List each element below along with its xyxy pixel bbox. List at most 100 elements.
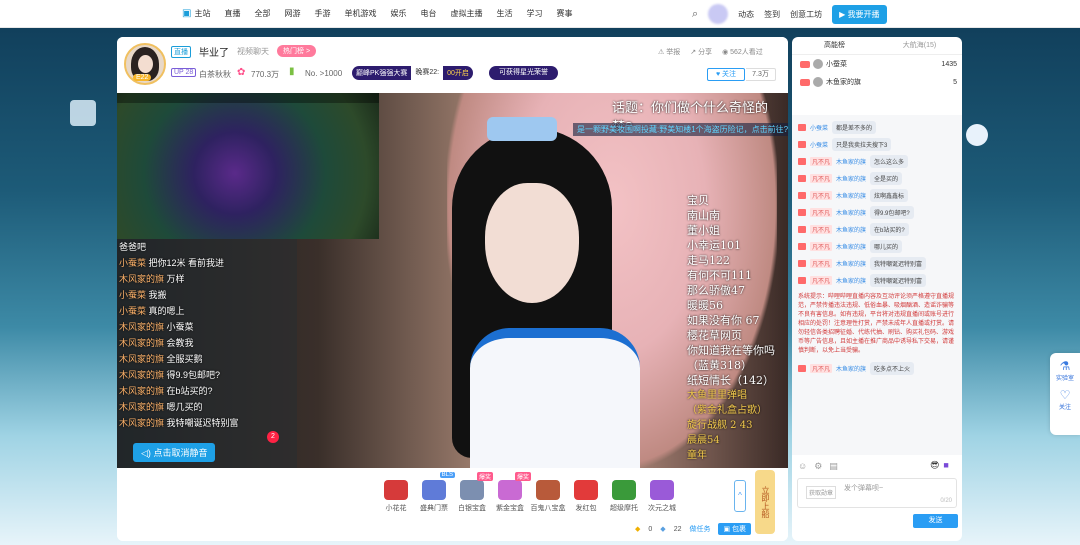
gift-expand-button[interactable]: ^ [734, 480, 746, 512]
gear-icon[interactable]: ⚙ [814, 461, 822, 472]
nav-single-player[interactable]: 单机游戏 [344, 8, 376, 19]
user-level-badge [798, 141, 806, 148]
chat-username[interactable]: 木鱼家的旗 [836, 242, 866, 251]
nav-study[interactable]: 学习 [526, 8, 542, 19]
fan-medal-icon[interactable]: ▤ [829, 461, 838, 472]
nav-dynamic[interactable]: 动态 [738, 9, 754, 20]
chat-username[interactable]: 木鱼家的旗 [836, 208, 866, 217]
unmute-button[interactable]: ◁) 点击取消静音 [133, 443, 216, 462]
nav-events[interactable]: 赛事 [556, 8, 572, 19]
follow-button[interactable]: ♥ 关注 [707, 68, 745, 81]
get-medal-button[interactable]: 获取勋章 [806, 486, 837, 499]
fan-medal-badge: 凡不凡 [810, 242, 833, 251]
lab-button[interactable]: ⚗ 实验室 [1050, 353, 1080, 382]
overlay-danmaku-user: 木风家的旗 [119, 386, 165, 396]
chat-message: 凡不凡 木鱼家的旗 我特嘲诞迟特别富 [798, 274, 956, 287]
user-avatar[interactable] [708, 4, 729, 24]
nav-online-games[interactable]: 网游 [284, 8, 300, 19]
overlay-danmaku-user: 木风家的旗 [119, 370, 165, 380]
gift-item[interactable]: 发红包 [567, 480, 605, 513]
chat-username[interactable]: 木鱼家的旗 [836, 259, 866, 268]
gift-item[interactable]: 紫金宝盒 爆奖 [491, 472, 531, 513]
chat-text: 炫啊鑫鑫标 [870, 189, 909, 202]
gift-icon [384, 480, 408, 500]
open-live-button[interactable]: ▶ 我要开播 [832, 4, 887, 24]
gift-item[interactable]: 盛典门票 BLS [415, 472, 455, 513]
gift-item[interactable]: 白银宝盒 爆奖 [453, 472, 493, 513]
song-list-item: 你知道我在等你吗 [687, 344, 775, 357]
chat-side-panel: 高能榜 大航海(15) 小蚕菜 1435 木鱼家的旗 5 小蚕菜 都是差不多的 小蚕菜 只是… [792, 37, 962, 541]
user-level-badge [798, 175, 806, 182]
pk-event-pill[interactable]: 巅峰PK强强大赛 晚赛22: 00开启 [352, 66, 473, 80]
star-honor-pill[interactable]: 可获得星光荣誉 [489, 66, 558, 80]
chat-username[interactable]: 木鱼家的旗 [836, 276, 866, 285]
chat-username[interactable]: 小蚕菜 [810, 123, 828, 132]
nav-all[interactable]: 全部 [254, 8, 270, 19]
song-list-item: 董小姐 [687, 224, 720, 237]
top-navigation: ▣ 主站 直播 全部 网游 手游 单机游戏 娱乐 电台 虚拟主播 生活 学习 赛… [0, 0, 1080, 28]
sunglasses-emoji-icon[interactable]: 😎 [930, 460, 939, 471]
emoji-icon[interactable]: ☺ [798, 461, 807, 472]
fan-medal-badge: 凡不凡 [810, 259, 833, 268]
send-button[interactable]: 发送 [913, 514, 958, 528]
viewer-count: ◉ 562人看过 [722, 47, 763, 57]
danmaku-input[interactable]: 获取勋章 发个弹幕呗~ 0/20 [797, 478, 957, 508]
nav-life[interactable]: 生活 [496, 8, 512, 19]
overlay-danmaku-line: 木风家的旗 万样 [117, 271, 297, 287]
package-button[interactable]: ▣ 包裹 [718, 523, 752, 535]
emote-shortcuts: 😎 ■ [930, 460, 949, 471]
nav-mobile-games[interactable]: 手游 [314, 8, 330, 19]
nav-home[interactable]: ▣ 主站 [182, 8, 210, 19]
gift-item[interactable]: 超级摩托 [605, 480, 643, 513]
gift-label: 紫金宝盒 [496, 505, 524, 512]
tab-voyage[interactable]: 大航海(15) [877, 37, 962, 54]
board-ship-button[interactable]: 立即上船 [755, 470, 775, 534]
anchor-name[interactable]: 白茶秋秋 [199, 69, 231, 80]
overlay-danmaku-line: 木风家的旗 我特嘲诞迟特别富 [117, 415, 297, 431]
float-follow-label: 关注 [1058, 405, 1071, 411]
chat-username[interactable]: 木鱼家的旗 [836, 364, 866, 373]
ranking-row[interactable]: 木鱼家的旗 5 [792, 73, 962, 91]
gift-item[interactable]: 小花花 [377, 480, 415, 513]
nav-vtuber[interactable]: 虚拟主播 [450, 8, 482, 19]
chat-message-list[interactable]: 小蚕菜 都是差不多的 小蚕菜 只是我卖拉夫搜下3 凡不凡 木鱼家的旗 怎么这么多 凡不凡 木鱼家… [792, 115, 962, 455]
chat-username[interactable]: 木鱼家的旗 [836, 174, 866, 183]
search-icon[interactable]: ⌕ [692, 8, 698, 21]
streamer-face [485, 183, 579, 303]
task-link[interactable]: 做任务 [689, 524, 710, 534]
report-button[interactable]: ⚠ 举报 [658, 47, 680, 57]
ticker-banner[interactable]: 是一颗野美妆围啊投藏:野美知楼1个海盗历险记，点击前往? [573, 123, 788, 136]
share-button[interactable]: ↗ 分享 [690, 47, 712, 57]
room-category[interactable]: 视频聊天 [237, 46, 269, 57]
chat-username[interactable]: 木鱼家的旗 [836, 157, 866, 166]
live-tag: 直播 [171, 46, 191, 58]
chat-username[interactable]: 木鱼家的旗 [836, 225, 866, 234]
song-list-item: （蓝黄318） [687, 359, 752, 372]
camera-icon: ▶ [839, 9, 846, 19]
hot-rank-tag[interactable]: 热门榜 > [277, 45, 317, 57]
gift-item[interactable]: 百鬼八宝盒 [529, 480, 567, 513]
chat-bubble-icon[interactable]: ■ [943, 460, 948, 471]
tab-high-energy[interactable]: 高能榜 [792, 37, 877, 54]
chat-message: 小蚕菜 都是差不多的 [798, 121, 956, 134]
nav-checkin[interactable]: 签到 [764, 9, 780, 20]
overlay-danmaku-line: 爸爸吧 [117, 239, 297, 255]
nav-radio[interactable]: 电台 [420, 8, 436, 19]
ranking-row[interactable]: 小蚕菜 1435 [792, 55, 962, 73]
chat-message: 凡不凡 木鱼家的旗 哪儿买的 [798, 240, 956, 253]
chat-input-area: ☺ ⚙ ▤ 😎 ■ 获取勋章 发个弹幕呗~ 0/20 发送 [792, 455, 962, 541]
nav-live[interactable]: 直播 [224, 8, 240, 19]
silver-seed-icon: ◆ [660, 526, 666, 533]
package-label: 包裹 [732, 526, 747, 533]
danmaku-placeholder: 发个弹幕呗~ [844, 485, 884, 492]
side-tabs: 高能榜 大航海(15) [792, 37, 962, 55]
gift-item[interactable]: 次元之城 [643, 480, 681, 513]
nav-workshop[interactable]: 创意工坊 [790, 9, 822, 20]
song-list-item: 纸短情长（142） [687, 374, 774, 387]
video-player[interactable]: 话题：你们做个什么奇怪的梦? 是一颗野美妆围啊投藏:野美知楼1个海盗历险记，点击… [117, 93, 788, 468]
chat-username[interactable]: 木鱼家的旗 [836, 191, 866, 200]
chat-username[interactable]: 小蚕菜 [810, 140, 828, 149]
nav-entertainment[interactable]: 娱乐 [390, 8, 406, 19]
float-follow-button[interactable]: ♡ 关注 [1050, 382, 1080, 411]
room-title: 毕业了 [199, 48, 229, 59]
